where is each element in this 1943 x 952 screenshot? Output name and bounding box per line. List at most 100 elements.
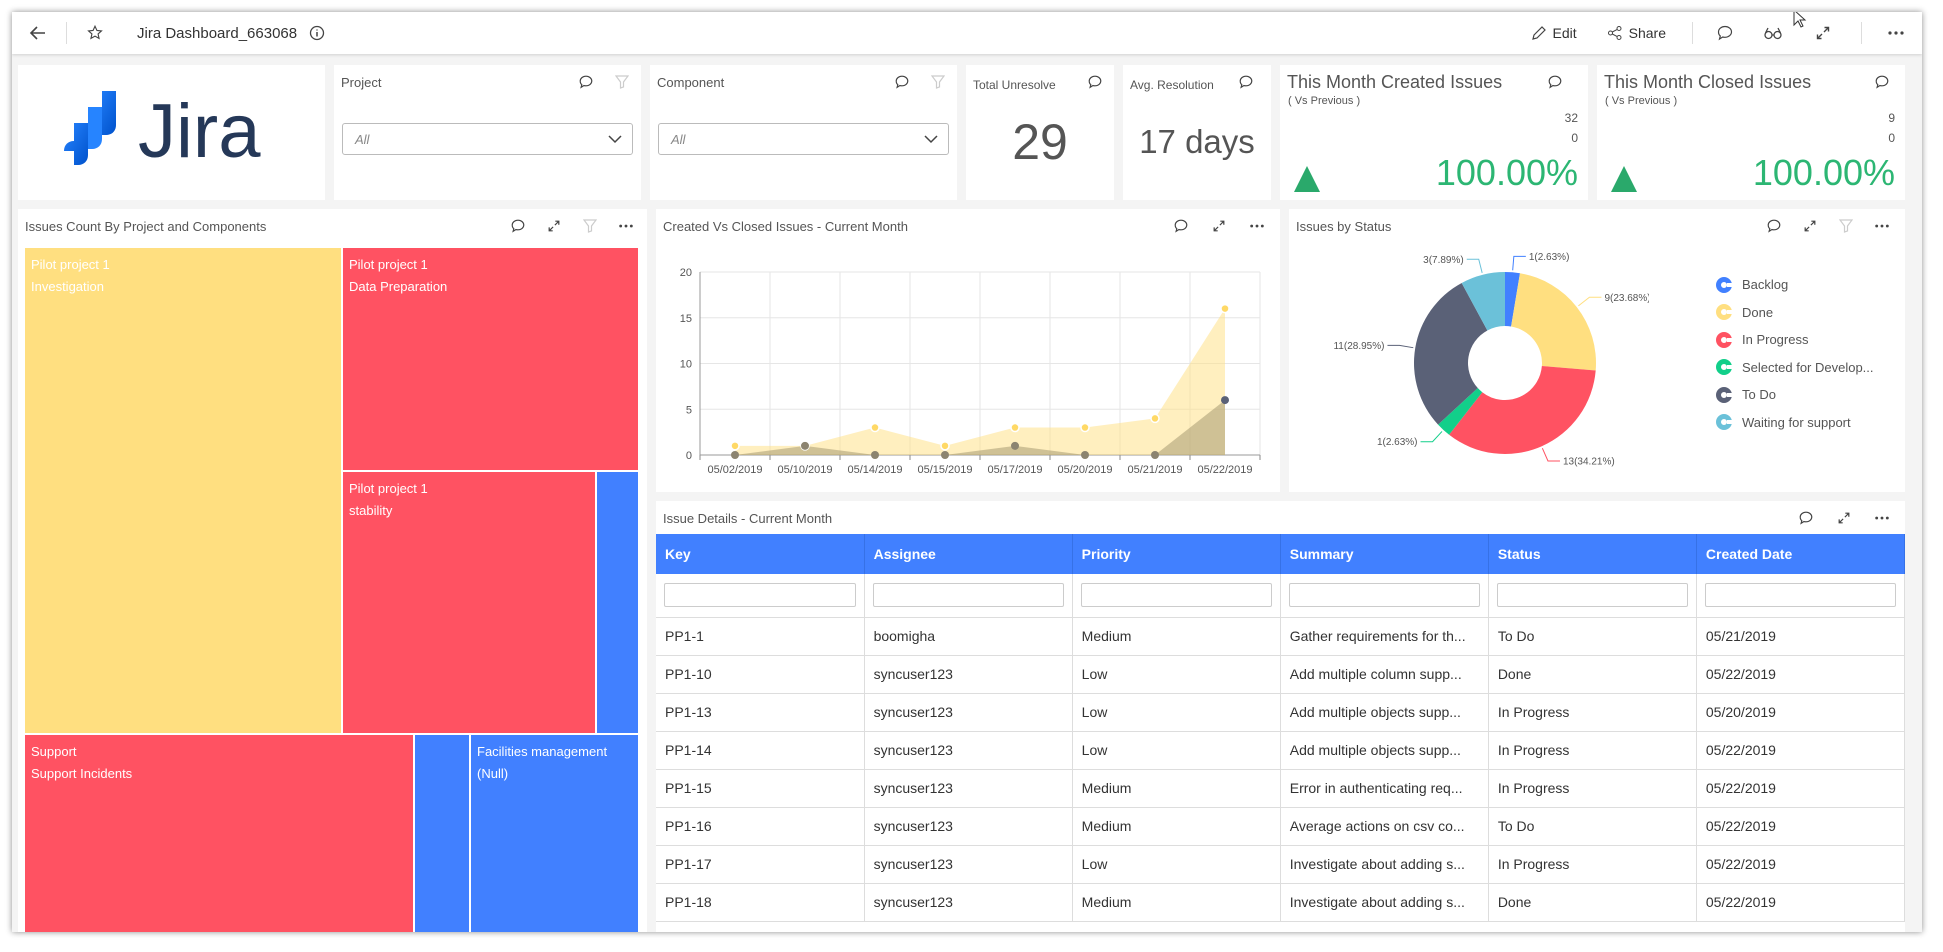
column-filter-input[interactable] <box>1288 583 1480 608</box>
table-row[interactable]: PP1-1 boomigha Medium Gather requirements f… <box>656 617 1905 656</box>
more-options-icon[interactable] <box>1871 215 1893 237</box>
comment-icon[interactable] <box>1544 71 1566 93</box>
column-header[interactable]: Priority <box>1072 534 1281 574</box>
table-row[interactable]: PP1-15 syncuser123 Medium Error in authenti… <box>656 769 1905 808</box>
x-tick-label: 05/15/2019 <box>917 464 972 476</box>
info-icon[interactable] <box>305 21 329 45</box>
treemap-tile[interactable]: Pilot project 1 Investigation <box>25 248 341 733</box>
created-vs-closed-card: Created Vs Closed Issues - Current Month… <box>656 209 1280 492</box>
tile-component-label: Investigation <box>31 279 104 294</box>
treemap-tile[interactable]: Pilot project 1 Data Preparation <box>343 248 638 470</box>
table-cell: Error in authenticating req... <box>1280 769 1489 808</box>
filter-icon[interactable] <box>611 71 633 93</box>
table-cell: PP1-10 <box>656 655 865 694</box>
treemap-tile[interactable] <box>597 472 638 733</box>
tile-project-label: Pilot project 1 <box>349 257 428 272</box>
treemap-tile[interactable]: Support Support Incidents <box>25 735 413 932</box>
table-row[interactable]: PP1-14 syncuser123 Low Add multiple objects… <box>656 731 1905 770</box>
table-row[interactable]: PP1-10 syncuser123 Low Add multiple column … <box>656 655 1905 694</box>
area-chart: 0 5 10 15 20 05/02/2019 05/10/2019 05/14/2019 05… <box>680 267 1261 476</box>
table-cell: PP1-1 <box>656 617 865 656</box>
comment-icon[interactable] <box>1084 71 1106 93</box>
comment-icon[interactable] <box>1235 71 1257 93</box>
filter-icon[interactable] <box>1835 215 1857 237</box>
table-cell: syncuser123 <box>864 807 1073 846</box>
column-header[interactable]: Status <box>1488 534 1697 574</box>
project-dropdown[interactable]: All <box>342 123 633 155</box>
more-options-icon[interactable] <box>1884 21 1908 45</box>
tile-project-label: Facilities management <box>477 744 608 759</box>
component-filter-card: Component All <box>650 65 957 200</box>
column-filter-input[interactable] <box>872 583 1064 608</box>
expand-icon[interactable] <box>1833 507 1855 529</box>
treemap-tile[interactable]: Facilities management (Null) <box>471 735 638 932</box>
filter-icon[interactable] <box>579 215 601 237</box>
table-cell: PP1-13 <box>656 693 865 732</box>
table-row[interactable]: PP1-18 syncuser123 Medium Investigate about… <box>656 883 1905 922</box>
table-cell: PP1-15 <box>656 769 865 808</box>
legend-item[interactable]: Selected for Develop... <box>1716 354 1874 382</box>
component-dropdown[interactable]: All <box>658 123 949 155</box>
comment-icon[interactable] <box>575 71 597 93</box>
column-header[interactable]: Summary <box>1280 534 1489 574</box>
column-filter-cell <box>1488 574 1697 618</box>
data-point-created <box>940 441 950 451</box>
filter-icon[interactable] <box>927 71 949 93</box>
view-mode-glasses-icon[interactable] <box>1761 21 1785 45</box>
table-cell: Low <box>1072 845 1281 884</box>
comment-icon[interactable] <box>1871 71 1893 93</box>
comment-icon[interactable] <box>1795 507 1817 529</box>
more-options-icon[interactable] <box>1871 507 1893 529</box>
column-header[interactable]: Key <box>656 534 865 574</box>
legend-item[interactable]: Waiting for support <box>1716 409 1874 437</box>
comment-icon[interactable] <box>1763 215 1785 237</box>
avg-resolution-title: Avg. Resolution <box>1130 78 1214 92</box>
column-filter-input[interactable] <box>1704 583 1896 608</box>
legend-item[interactable]: Done <box>1716 299 1874 327</box>
star-icon[interactable] <box>83 21 107 45</box>
more-options-icon[interactable] <box>1246 215 1268 237</box>
treemap-tile[interactable]: Pilot project 1 stability <box>343 472 595 733</box>
data-point-created <box>1220 303 1230 314</box>
table-row[interactable]: PP1-16 syncuser123 Medium Average actions o… <box>656 807 1905 846</box>
donut-chart: 1(2.63%) 9(23.68%) 13(34.21%) 1(2.63%) 11(28… <box>1333 252 1649 468</box>
fullscreen-icon[interactable] <box>1811 21 1835 45</box>
table-row[interactable]: PP1-17 syncuser123 Low Investigate about ad… <box>656 845 1905 884</box>
table-cell: Add multiple objects supp... <box>1280 693 1489 732</box>
card-tools <box>1763 215 1893 237</box>
table-cell: PP1-18 <box>656 883 865 922</box>
legend-marker-icon <box>1716 386 1733 403</box>
pencil-icon <box>1531 26 1546 40</box>
expand-icon[interactable] <box>1799 215 1821 237</box>
legend-item[interactable]: Backlog <box>1716 271 1874 299</box>
comment-icon[interactable] <box>507 215 529 237</box>
created-change-percent: 100.00% <box>1435 152 1578 193</box>
column-header[interactable]: Created Date <box>1696 534 1905 574</box>
total-unresolved-title: Total Unresolve <box>973 78 1056 92</box>
legend-item[interactable]: To Do <box>1716 381 1874 409</box>
donut-slice <box>1511 273 1596 371</box>
trend-up-icon <box>1294 166 1320 192</box>
table-cell: Done <box>1488 655 1697 694</box>
column-filter-input[interactable] <box>1080 583 1272 608</box>
comment-icon[interactable] <box>1713 21 1737 45</box>
share-button[interactable]: Share <box>1607 25 1666 41</box>
table-cell: 05/21/2019 <box>1696 617 1905 656</box>
column-filter-input[interactable] <box>1496 583 1688 608</box>
dashboard-window: Jira Dashboard_663068 Edit Share Jira Pr… <box>12 12 1922 932</box>
comment-icon[interactable] <box>891 71 913 93</box>
more-options-icon[interactable] <box>615 215 637 237</box>
slice-data-label: 1(2.63%) <box>1377 437 1418 448</box>
legend-marker-icon <box>1716 276 1733 293</box>
expand-icon[interactable] <box>1208 215 1230 237</box>
column-filter-input[interactable] <box>664 583 856 608</box>
expand-icon[interactable] <box>543 215 565 237</box>
legend-item[interactable]: In Progress <box>1716 326 1874 354</box>
back-icon[interactable] <box>26 21 50 45</box>
table-row[interactable]: PP1-13 syncuser123 Low Add multiple objects… <box>656 693 1905 732</box>
edit-button[interactable]: Edit <box>1531 25 1577 41</box>
column-header[interactable]: Assignee <box>864 534 1073 574</box>
comment-icon[interactable] <box>1170 215 1192 237</box>
table-cell: PP1-17 <box>656 845 865 884</box>
treemap-tile[interactable] <box>415 735 469 932</box>
